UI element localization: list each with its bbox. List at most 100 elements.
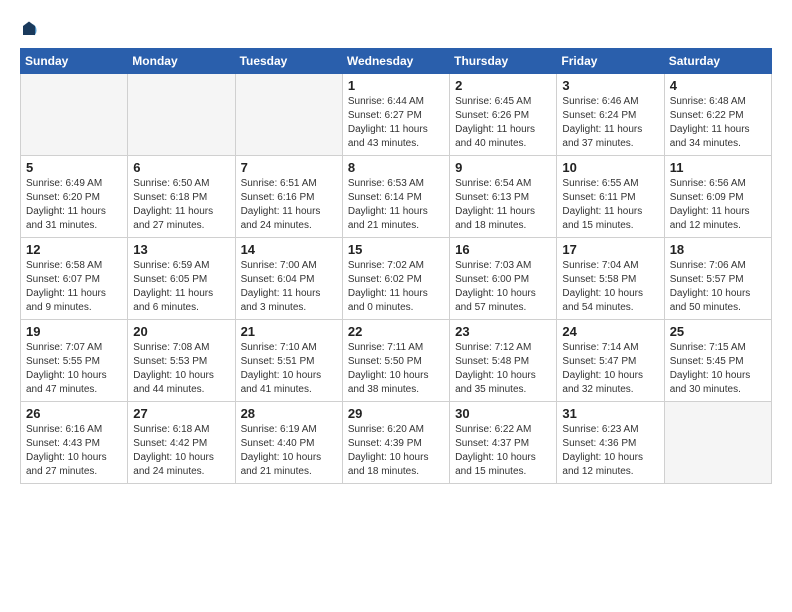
calendar-week-1: 5 Sunrise: 6:49 AMSunset: 6:20 PMDaylight… <box>21 156 772 238</box>
day-header-thursday: Thursday <box>450 49 557 74</box>
calendar-cell: 21Sunrise: 7:10 AMSunset: 5:51 PMDayligh… <box>235 320 342 402</box>
day-info: Sunrise: 6:51 AMSunset: 6:16 PMDaylight:… <box>241 177 337 233</box>
day-info: Sunrise: 7:11 AMSunset: 5:50 PMDaylight:… <box>348 341 444 397</box>
day-number: 22 <box>348 324 444 339</box>
day-info: Sunrise: 7:07 AMSunset: 5:55 PMDaylight:… <box>26 341 122 397</box>
day-number: 3 <box>562 78 658 93</box>
day-info: Sunrise: 6:23 AMSunset: 4:36 PMDaylight:… <box>562 423 658 479</box>
day-info: Sunrise: 7:02 AMSunset: 6:02 PMDaylight:… <box>348 259 444 315</box>
day-header-wednesday: Wednesday <box>342 49 449 74</box>
day-info: Sunrise: 6:46 AMSunset: 6:24 PMDaylight:… <box>562 95 658 151</box>
day-info: Sunrise: 7:12 AMSunset: 5:48 PMDaylight:… <box>455 341 551 397</box>
calendar-cell: 31Sunrise: 6:23 AMSunset: 4:36 PMDayligh… <box>557 402 664 484</box>
day-number: 20 <box>133 324 229 339</box>
day-number: 16 <box>455 242 551 257</box>
day-number: 1 <box>348 78 444 93</box>
day-info: Sunrise: 6:53 AMSunset: 6:14 PMDaylight:… <box>348 177 444 233</box>
day-info: Sunrise: 6:44 AMSunset: 6:27 PMDaylight:… <box>348 95 444 151</box>
day-info: Sunrise: 6:58 AMSunset: 6:07 PMDaylight:… <box>26 259 122 315</box>
calendar-cell: 19 Sunrise: 7:07 AMSunset: 5:55 PMDayligh… <box>21 320 128 402</box>
day-info: Sunrise: 6:18 AMSunset: 4:42 PMDaylight:… <box>133 423 229 479</box>
day-number: 8 <box>348 160 444 175</box>
calendar-cell: 18 Sunrise: 7:06 AMSunset: 5:57 PMDayligh… <box>664 238 771 320</box>
day-info: Sunrise: 6:55 AMSunset: 6:11 PMDaylight:… <box>562 177 658 233</box>
calendar-cell: 5 Sunrise: 6:49 AMSunset: 6:20 PMDaylight… <box>21 156 128 238</box>
calendar-cell: 26Sunrise: 6:16 AMSunset: 4:43 PMDayligh… <box>21 402 128 484</box>
day-number: 9 <box>455 160 551 175</box>
day-number: 15 <box>348 242 444 257</box>
day-number: 24 <box>562 324 658 339</box>
day-number: 2 <box>455 78 551 93</box>
day-number: 18 <box>670 242 766 257</box>
day-info: Sunrise: 6:48 AMSunset: 6:22 PMDaylight:… <box>670 95 766 151</box>
calendar-cell: 7 Sunrise: 6:51 AMSunset: 6:16 PMDaylight… <box>235 156 342 238</box>
calendar: SundayMondayTuesdayWednesdayThursdayFrid… <box>20 48 772 484</box>
day-number: 10 <box>562 160 658 175</box>
day-info: Sunrise: 6:50 AMSunset: 6:18 PMDaylight:… <box>133 177 229 233</box>
day-number: 25 <box>670 324 766 339</box>
calendar-cell: 4 Sunrise: 6:48 AMSunset: 6:22 PMDaylight… <box>664 74 771 156</box>
calendar-week-0: 1 Sunrise: 6:44 AMSunset: 6:27 PMDaylight… <box>21 74 772 156</box>
day-number: 23 <box>455 324 551 339</box>
day-number: 28 <box>241 406 337 421</box>
calendar-cell: 17 Sunrise: 7:04 AMSunset: 5:58 PMDayligh… <box>557 238 664 320</box>
day-info: Sunrise: 7:00 AMSunset: 6:04 PMDaylight:… <box>241 259 337 315</box>
calendar-cell: 2Sunrise: 6:45 AMSunset: 6:26 PMDaylight… <box>450 74 557 156</box>
calendar-cell: 13 Sunrise: 6:59 AMSunset: 6:05 PMDayligh… <box>128 238 235 320</box>
header <box>20 20 772 38</box>
day-number: 4 <box>670 78 766 93</box>
calendar-cell: 22 Sunrise: 7:11 AMSunset: 5:50 PMDayligh… <box>342 320 449 402</box>
day-info: Sunrise: 7:08 AMSunset: 5:53 PMDaylight:… <box>133 341 229 397</box>
day-number: 5 <box>26 160 122 175</box>
day-header-sunday: Sunday <box>21 49 128 74</box>
day-number: 13 <box>133 242 229 257</box>
calendar-cell: 28 Sunrise: 6:19 AMSunset: 4:40 PMDayligh… <box>235 402 342 484</box>
calendar-cell: 25 Sunrise: 7:15 AMSunset: 5:45 PMDayligh… <box>664 320 771 402</box>
calendar-cell: 14 Sunrise: 7:00 AMSunset: 6:04 PMDayligh… <box>235 238 342 320</box>
calendar-cell: 9Sunrise: 6:54 AMSunset: 6:13 PMDaylight… <box>450 156 557 238</box>
calendar-cell: 8 Sunrise: 6:53 AMSunset: 6:14 PMDaylight… <box>342 156 449 238</box>
day-header-monday: Monday <box>128 49 235 74</box>
logo-icon <box>20 20 38 38</box>
calendar-cell: 3 Sunrise: 6:46 AMSunset: 6:24 PMDaylight… <box>557 74 664 156</box>
day-header-friday: Friday <box>557 49 664 74</box>
calendar-cell: 16 Sunrise: 7:03 AMSunset: 6:00 PMDayligh… <box>450 238 557 320</box>
page: SundayMondayTuesdayWednesdayThursdayFrid… <box>0 0 792 494</box>
calendar-cell: 29Sunrise: 6:20 AMSunset: 4:39 PMDayligh… <box>342 402 449 484</box>
day-info: Sunrise: 6:22 AMSunset: 4:37 PMDaylight:… <box>455 423 551 479</box>
calendar-week-2: 12Sunrise: 6:58 AMSunset: 6:07 PMDayligh… <box>21 238 772 320</box>
calendar-cell: 11 Sunrise: 6:56 AMSunset: 6:09 PMDayligh… <box>664 156 771 238</box>
calendar-cell: 24 Sunrise: 7:14 AMSunset: 5:47 PMDayligh… <box>557 320 664 402</box>
day-info: Sunrise: 7:14 AMSunset: 5:47 PMDaylight:… <box>562 341 658 397</box>
day-header-tuesday: Tuesday <box>235 49 342 74</box>
day-info: Sunrise: 6:19 AMSunset: 4:40 PMDaylight:… <box>241 423 337 479</box>
calendar-cell: 30Sunrise: 6:22 AMSunset: 4:37 PMDayligh… <box>450 402 557 484</box>
day-number: 14 <box>241 242 337 257</box>
day-number: 7 <box>241 160 337 175</box>
day-info: Sunrise: 6:59 AMSunset: 6:05 PMDaylight:… <box>133 259 229 315</box>
calendar-cell: 23 Sunrise: 7:12 AMSunset: 5:48 PMDayligh… <box>450 320 557 402</box>
calendar-cell: 1 Sunrise: 6:44 AMSunset: 6:27 PMDaylight… <box>342 74 449 156</box>
day-header-saturday: Saturday <box>664 49 771 74</box>
calendar-cell <box>235 74 342 156</box>
day-number: 17 <box>562 242 658 257</box>
day-info: Sunrise: 7:10 AMSunset: 5:51 PMDaylight:… <box>241 341 337 397</box>
day-number: 19 <box>26 324 122 339</box>
day-number: 11 <box>670 160 766 175</box>
day-info: Sunrise: 7:04 AMSunset: 5:58 PMDaylight:… <box>562 259 658 315</box>
day-info: Sunrise: 6:16 AMSunset: 4:43 PMDaylight:… <box>26 423 122 479</box>
day-info: Sunrise: 7:15 AMSunset: 5:45 PMDaylight:… <box>670 341 766 397</box>
day-number: 27 <box>133 406 229 421</box>
day-info: Sunrise: 7:06 AMSunset: 5:57 PMDaylight:… <box>670 259 766 315</box>
calendar-cell: 12Sunrise: 6:58 AMSunset: 6:07 PMDayligh… <box>21 238 128 320</box>
day-number: 6 <box>133 160 229 175</box>
day-info: Sunrise: 6:56 AMSunset: 6:09 PMDaylight:… <box>670 177 766 233</box>
calendar-cell <box>664 402 771 484</box>
calendar-week-4: 26Sunrise: 6:16 AMSunset: 4:43 PMDayligh… <box>21 402 772 484</box>
day-info: Sunrise: 7:03 AMSunset: 6:00 PMDaylight:… <box>455 259 551 315</box>
calendar-week-3: 19 Sunrise: 7:07 AMSunset: 5:55 PMDayligh… <box>21 320 772 402</box>
calendar-cell: 6 Sunrise: 6:50 AMSunset: 6:18 PMDaylight… <box>128 156 235 238</box>
day-info: Sunrise: 6:49 AMSunset: 6:20 PMDaylight:… <box>26 177 122 233</box>
calendar-cell <box>128 74 235 156</box>
day-number: 29 <box>348 406 444 421</box>
